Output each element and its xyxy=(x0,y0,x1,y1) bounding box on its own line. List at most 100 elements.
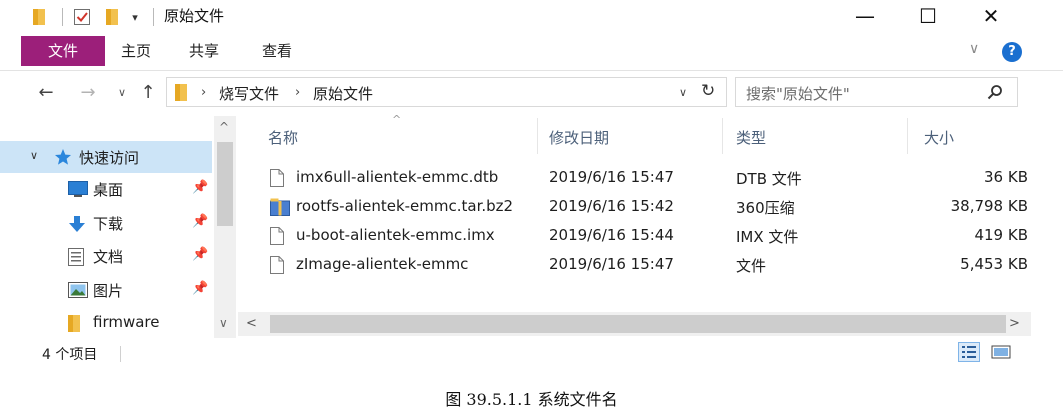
figure-caption: 图 39.5.1.1 系统文件名 xyxy=(445,390,618,409)
file-name[interactable]: u-boot-alientek-emmc.imx xyxy=(296,226,495,244)
search-placeholder[interactable]: 搜索"原始文件" xyxy=(746,83,850,104)
generic-file-icon xyxy=(270,256,284,278)
nav-item-firmware[interactable]: firmware xyxy=(0,307,212,339)
file-type: 文件 xyxy=(736,257,767,275)
column-divider[interactable] xyxy=(537,118,538,154)
file-size: 419 KB xyxy=(974,226,1028,244)
nav-label: 桌面 xyxy=(93,181,124,199)
column-header-date[interactable]: 修改日期 xyxy=(549,127,609,148)
status-separator xyxy=(120,346,121,362)
new-folder-icon[interactable] xyxy=(104,7,120,27)
recent-locations-dropdown[interactable]: ∨ xyxy=(114,80,130,104)
tab-view[interactable]: 查看 xyxy=(244,36,310,66)
file-name[interactable]: zImage-alientek-emmc xyxy=(296,255,468,273)
file-type: 360压缩 xyxy=(736,199,795,217)
toolbar-separator xyxy=(62,8,63,26)
nav-scrollbar[interactable]: ^ ∨ xyxy=(214,116,236,338)
breadcrumb-separator[interactable]: › xyxy=(201,85,206,100)
file-name[interactable]: rootfs-alientek-emmc.tar.bz2 xyxy=(296,197,513,215)
file-size: 5,453 KB xyxy=(960,255,1028,273)
file-type: DTB 文件 xyxy=(736,170,802,188)
file-row[interactable]: u-boot-alientek-emmc.imx 2019/6/16 15:44… xyxy=(262,222,1042,251)
scroll-right-icon[interactable]: > xyxy=(1009,316,1020,331)
breadcrumb-item[interactable]: 原始文件 xyxy=(313,83,373,104)
file-size: 36 KB xyxy=(984,168,1028,186)
tab-share[interactable]: 共享 xyxy=(172,36,236,66)
expand-ribbon-icon[interactable]: ∨ xyxy=(969,41,979,57)
column-divider[interactable] xyxy=(907,118,908,154)
large-icons-view-icon[interactable] xyxy=(990,342,1012,362)
title-bar: ▾ 原始文件 — ☐ ✕ xyxy=(0,0,1063,34)
close-button[interactable]: ✕ xyxy=(968,0,1014,32)
file-date: 2019/6/16 15:47 xyxy=(549,168,674,186)
nav-item-quick-access[interactable]: ∨ 快速访问 xyxy=(0,141,212,173)
archive-icon xyxy=(270,198,290,220)
nav-label: firmware xyxy=(93,313,160,331)
back-button[interactable]: ← xyxy=(34,80,58,104)
refresh-icon[interactable]: ↻ xyxy=(701,81,715,101)
pictures-icon xyxy=(68,282,88,302)
file-date: 2019/6/16 15:44 xyxy=(549,226,674,244)
scroll-left-icon[interactable]: < xyxy=(246,316,257,331)
scroll-up-icon[interactable]: ^ xyxy=(219,120,229,134)
nav-label: 图片 xyxy=(93,282,124,300)
column-header-type[interactable]: 类型 xyxy=(736,127,766,148)
forward-button[interactable]: → xyxy=(76,80,100,104)
customize-toolbar-dropdown[interactable]: ▾ xyxy=(128,7,142,27)
properties-check-icon[interactable] xyxy=(72,7,92,27)
address-dropdown[interactable]: ∨ xyxy=(679,86,687,99)
pin-icon[interactable]: 📌 xyxy=(192,214,208,229)
nav-item-downloads[interactable]: 下载 📌 xyxy=(0,207,212,239)
title-separator xyxy=(153,8,154,26)
tab-home[interactable]: 主页 xyxy=(107,36,165,66)
nav-item-pictures[interactable]: 图片 📌 xyxy=(0,274,212,306)
minimize-button[interactable]: — xyxy=(842,0,888,32)
file-date: 2019/6/16 15:42 xyxy=(549,197,674,215)
column-divider[interactable] xyxy=(722,118,723,154)
pin-icon[interactable]: 📌 xyxy=(192,180,208,195)
pin-icon[interactable]: 📌 xyxy=(192,281,208,296)
details-view-icon[interactable] xyxy=(958,342,980,362)
file-row[interactable]: rootfs-alientek-emmc.tar.bz2 2019/6/16 1… xyxy=(262,193,1042,222)
sort-indicator-icon: ^ xyxy=(392,113,402,126)
nav-label: 下载 xyxy=(93,215,124,233)
nav-label: 文档 xyxy=(93,248,124,266)
star-icon xyxy=(54,148,72,170)
generic-file-icon xyxy=(270,169,284,191)
folder-icon xyxy=(175,84,187,105)
expand-icon[interactable]: ∨ xyxy=(30,149,38,162)
column-header-name[interactable]: 名称 xyxy=(268,127,298,148)
horizontal-scrollbar[interactable]: < > xyxy=(238,312,1031,336)
scroll-down-icon[interactable]: ∨ xyxy=(219,316,228,330)
file-row[interactable]: zImage-alientek-emmc 2019/6/16 15:47 文件 … xyxy=(262,251,1042,280)
folder-icon[interactable] xyxy=(31,7,47,27)
help-icon[interactable]: ? xyxy=(1002,42,1022,62)
address-bar[interactable]: › 烧写文件 › 原始文件 ∨ ↻ xyxy=(166,77,727,107)
column-header-size[interactable]: 大小 xyxy=(924,127,954,148)
up-button[interactable]: ↑ xyxy=(136,80,160,104)
documents-icon xyxy=(68,248,84,270)
desktop-icon xyxy=(68,181,88,201)
breadcrumb-item[interactable]: 烧写文件 xyxy=(219,83,279,104)
scroll-thumb[interactable] xyxy=(217,142,233,226)
ribbon-tabs: 文件 主页 共享 查看 ∨ ? xyxy=(0,36,1063,70)
search-icon[interactable] xyxy=(987,84,1003,104)
ribbon-divider xyxy=(0,70,1063,71)
file-row[interactable]: imx6ull-alientek-emmc.dtb 2019/6/16 15:4… xyxy=(262,164,1042,193)
window-title: 原始文件 xyxy=(164,7,225,25)
download-icon xyxy=(68,215,86,237)
folder-icon xyxy=(68,315,80,336)
search-box[interactable]: 搜索"原始文件" xyxy=(735,77,1018,107)
status-bar: 4 个项目 xyxy=(0,338,1063,366)
breadcrumb-separator[interactable]: › xyxy=(295,85,300,100)
nav-label: 快速访问 xyxy=(79,149,140,167)
nav-item-documents[interactable]: 文档 📌 xyxy=(0,240,212,272)
file-name[interactable]: imx6ull-alientek-emmc.dtb xyxy=(296,168,498,186)
nav-item-desktop[interactable]: 桌面 📌 xyxy=(0,173,212,205)
generic-file-icon xyxy=(270,227,284,249)
pin-icon[interactable]: 📌 xyxy=(192,247,208,262)
tab-file[interactable]: 文件 xyxy=(21,36,105,66)
maximize-button[interactable]: ☐ xyxy=(905,0,951,32)
scroll-thumb[interactable] xyxy=(270,315,1006,333)
file-size: 38,798 KB xyxy=(950,197,1028,215)
